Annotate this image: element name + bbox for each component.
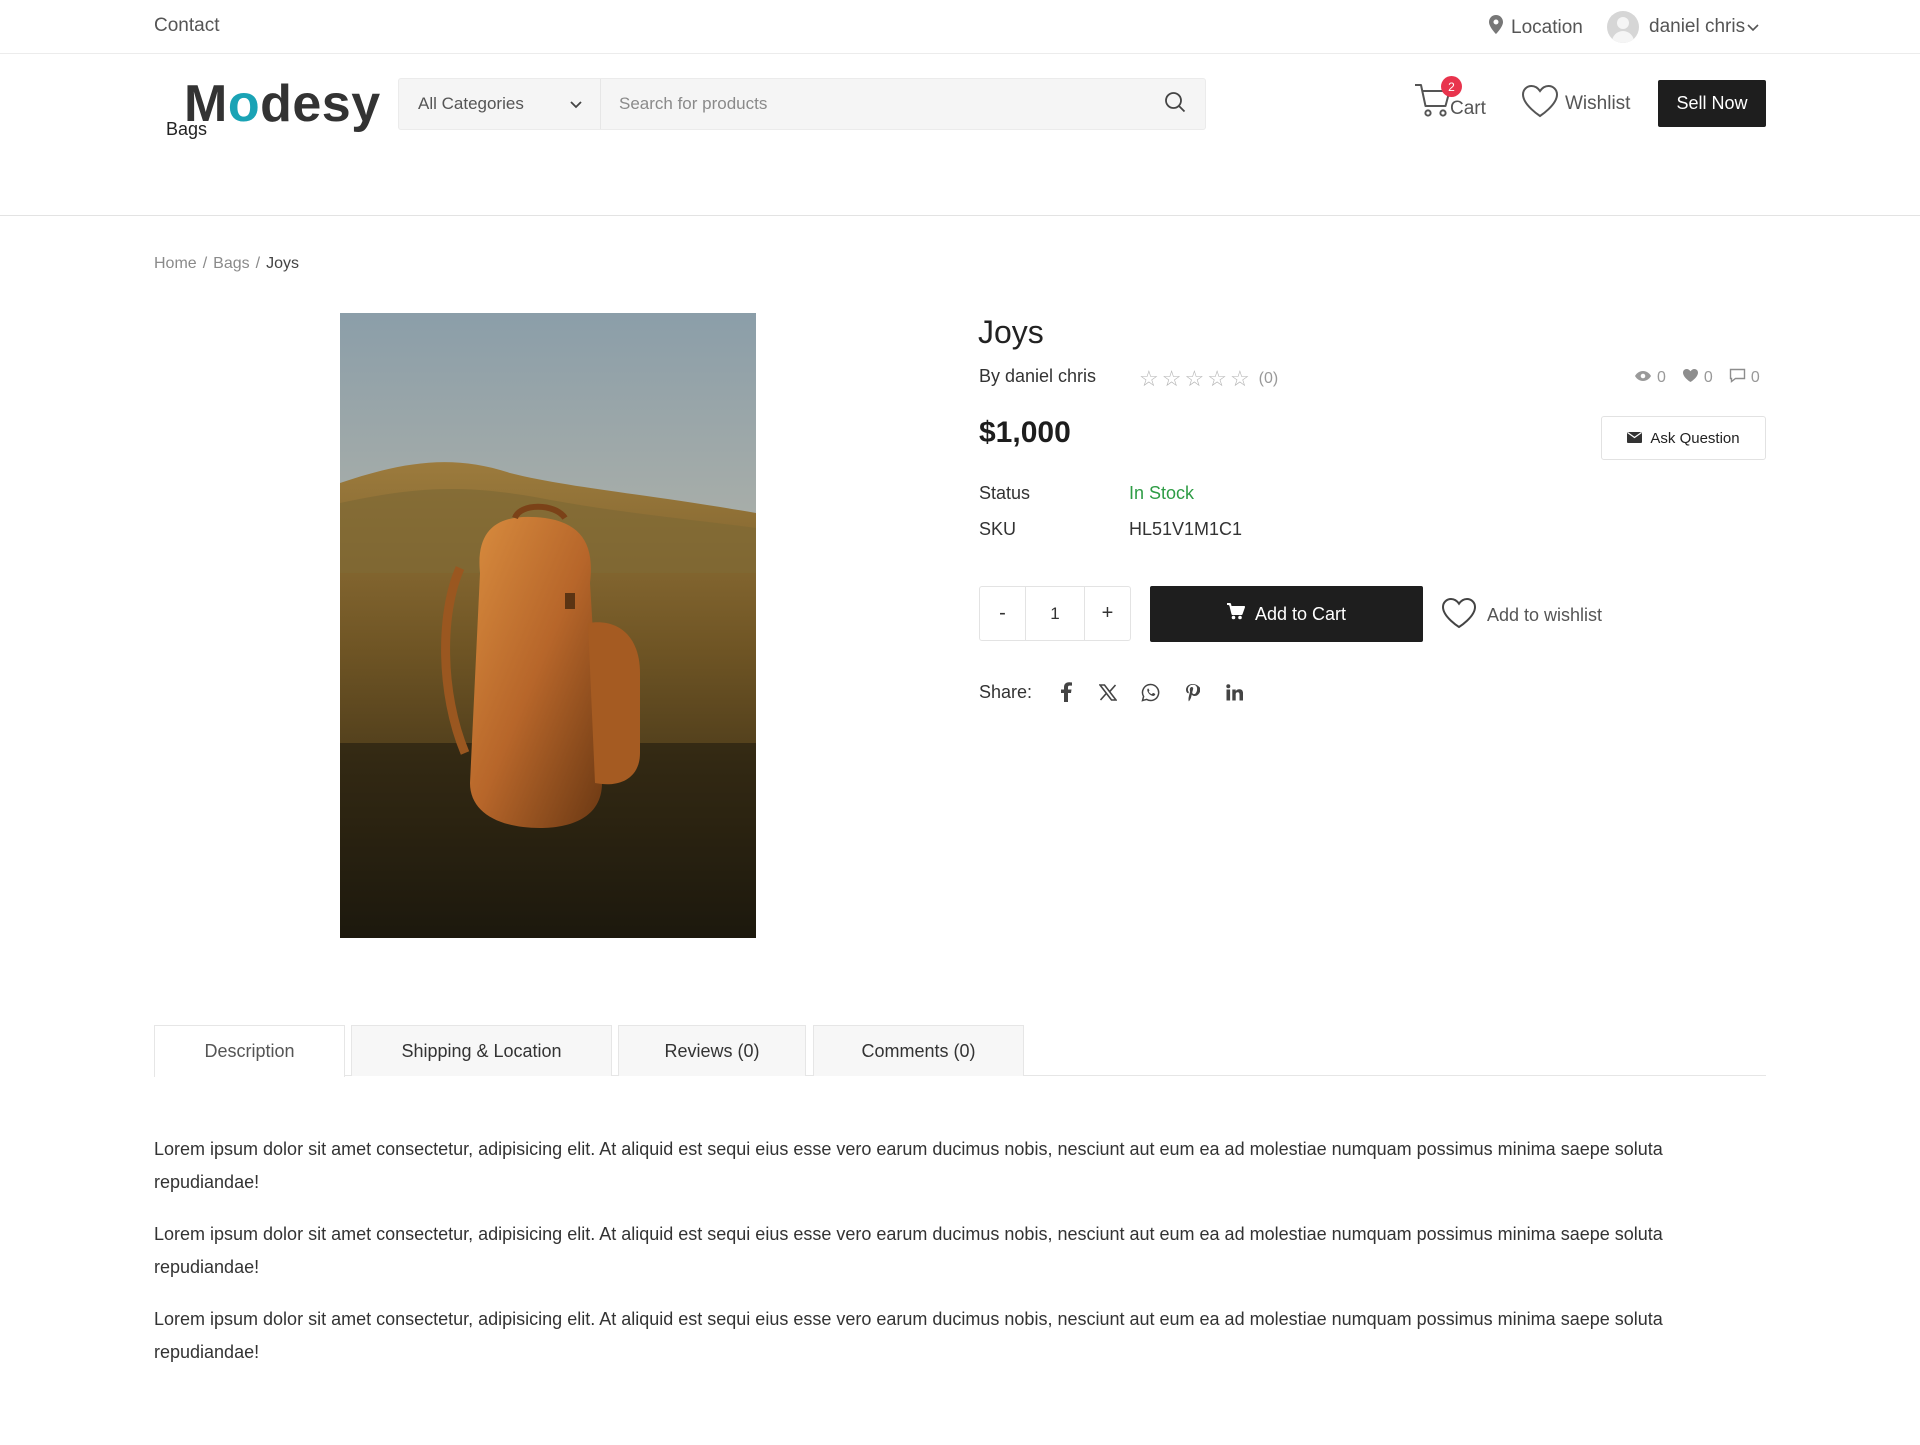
star-icon: ☆: [1207, 366, 1227, 391]
nav-item-bags[interactable]: Bags: [166, 119, 207, 140]
star-icon: ☆: [1229, 366, 1250, 391]
breadcrumb: Home / Bags / Joys: [154, 255, 299, 273]
views-count: 0: [1657, 369, 1666, 386]
sku-value: HL51V1M1C1: [1129, 519, 1243, 539]
sku-label: SKU: [979, 519, 1017, 539]
star-icon: ☆: [1161, 366, 1182, 391]
heart-icon: [1521, 84, 1559, 124]
tab-comments[interactable]: Comments (0): [813, 1025, 1024, 1076]
contact-link[interactable]: Contact: [154, 15, 219, 37]
category-select[interactable]: All Categories: [399, 79, 601, 129]
sell-now-button[interactable]: Sell Now: [1658, 80, 1766, 127]
heart-icon: [1441, 597, 1477, 634]
breadcrumb-separator: /: [202, 255, 208, 272]
user-menu[interactable]: daniel chris: [1607, 11, 1759, 43]
status-row: Status In Stock: [979, 483, 1194, 504]
logo-accent: o: [227, 75, 261, 133]
search-bar: All Categories Search for products: [398, 78, 1206, 130]
comments-stat: 0: [1729, 368, 1760, 388]
share-row: Share:: [979, 681, 1244, 703]
logo-part: desy: [260, 75, 381, 133]
cart-link[interactable]: 2 Cart: [1414, 76, 1486, 124]
category-value: All Categories: [418, 94, 524, 113]
share-label: Share:: [979, 681, 1033, 702]
tab-reviews[interactable]: Reviews (0): [618, 1025, 806, 1076]
chevron-down-icon: [570, 94, 582, 114]
product-tabs: Description Shipping & Location Reviews …: [154, 1025, 1766, 1077]
sku-row: SKU HL51V1M1C1: [979, 519, 1242, 540]
product-stats: 0 0 0: [1634, 368, 1760, 388]
pinterest-icon[interactable]: [1182, 681, 1202, 703]
star-icon: ☆: [1184, 366, 1205, 391]
quantity-increase-button[interactable]: +: [1085, 587, 1130, 640]
wishlist-link[interactable]: Wishlist: [1521, 84, 1630, 124]
product-title: Joys: [978, 314, 1044, 350]
rating-count: (0): [1258, 370, 1279, 387]
location-link[interactable]: Location: [1489, 15, 1583, 40]
likes-stat: 0: [1682, 368, 1713, 388]
description-paragraph: Lorem ipsum dolor sit amet consectetur, …: [154, 1139, 1663, 1192]
x-icon[interactable]: [1098, 681, 1118, 703]
comment-icon: [1729, 368, 1746, 388]
whatsapp-icon[interactable]: [1140, 681, 1160, 703]
add-to-cart-button[interactable]: Add to Cart: [1150, 586, 1423, 642]
cart-count-badge: 2: [1441, 76, 1462, 97]
status-value: In Stock: [1129, 483, 1195, 503]
top-bar: Contact Location daniel chris: [0, 0, 1920, 54]
quantity-decrease-button[interactable]: -: [980, 587, 1025, 640]
breadcrumb-current: Joys: [266, 255, 299, 272]
description-content: Lorem ipsum dolor sit amet consectetur, …: [154, 1133, 1766, 1388]
cart-icon: [1226, 603, 1245, 625]
search-icon: [1164, 91, 1186, 118]
ask-question-button[interactable]: Ask Question: [1601, 416, 1766, 460]
search-input[interactable]: Search for products: [601, 94, 1145, 114]
ask-question-label: Ask Question: [1650, 429, 1740, 447]
main-header: Modesy All Categories Search for product…: [0, 54, 1920, 216]
add-to-wishlist-label: Add to wishlist: [1487, 605, 1603, 625]
tab-shipping-location[interactable]: Shipping & Location: [351, 1025, 612, 1076]
breadcrumb-separator: /: [255, 255, 261, 272]
quantity-stepper: - 1 +: [979, 586, 1131, 641]
description-paragraph: Lorem ipsum dolor sit amet consectetur, …: [154, 1224, 1663, 1277]
star-icon: ☆: [1139, 366, 1159, 391]
location-label: Location: [1511, 16, 1583, 38]
map-pin-icon: [1489, 15, 1503, 40]
comments-count: 0: [1750, 369, 1760, 386]
search-button[interactable]: [1145, 79, 1205, 129]
username: daniel chris: [1649, 16, 1746, 37]
description-paragraph: Lorem ipsum dolor sit amet consectetur, …: [154, 1309, 1663, 1362]
views-stat: 0: [1634, 369, 1666, 387]
product-seller[interactable]: By daniel chris: [979, 366, 1096, 387]
breadcrumb-home[interactable]: Home: [154, 255, 197, 273]
tab-description[interactable]: Description: [154, 1025, 345, 1077]
add-to-cart-label: Add to Cart: [1254, 603, 1347, 624]
rating-stars[interactable]: ☆ ☆ ☆ ☆ ☆ (0): [1139, 366, 1278, 392]
wishlist-label: Wishlist: [1565, 93, 1631, 114]
chevron-down-icon: [1747, 16, 1759, 38]
envelope-icon: [1627, 430, 1643, 447]
product-image[interactable]: [340, 313, 756, 938]
status-label: Status: [979, 483, 1031, 503]
facebook-icon[interactable]: [1056, 681, 1076, 703]
linkedin-icon[interactable]: [1224, 681, 1244, 703]
likes-count: 0: [1703, 369, 1713, 386]
avatar: [1607, 11, 1639, 43]
heart-icon: [1682, 368, 1699, 388]
product-price: $1,000: [979, 416, 1071, 449]
quantity-input[interactable]: 1: [1025, 587, 1085, 640]
add-to-wishlist-button[interactable]: Add to wishlist: [1441, 597, 1602, 634]
site-logo[interactable]: Modesy: [184, 74, 381, 134]
breadcrumb-bags[interactable]: Bags: [213, 255, 249, 273]
eye-icon: [1634, 369, 1652, 387]
cart-label: Cart: [1450, 98, 1486, 119]
